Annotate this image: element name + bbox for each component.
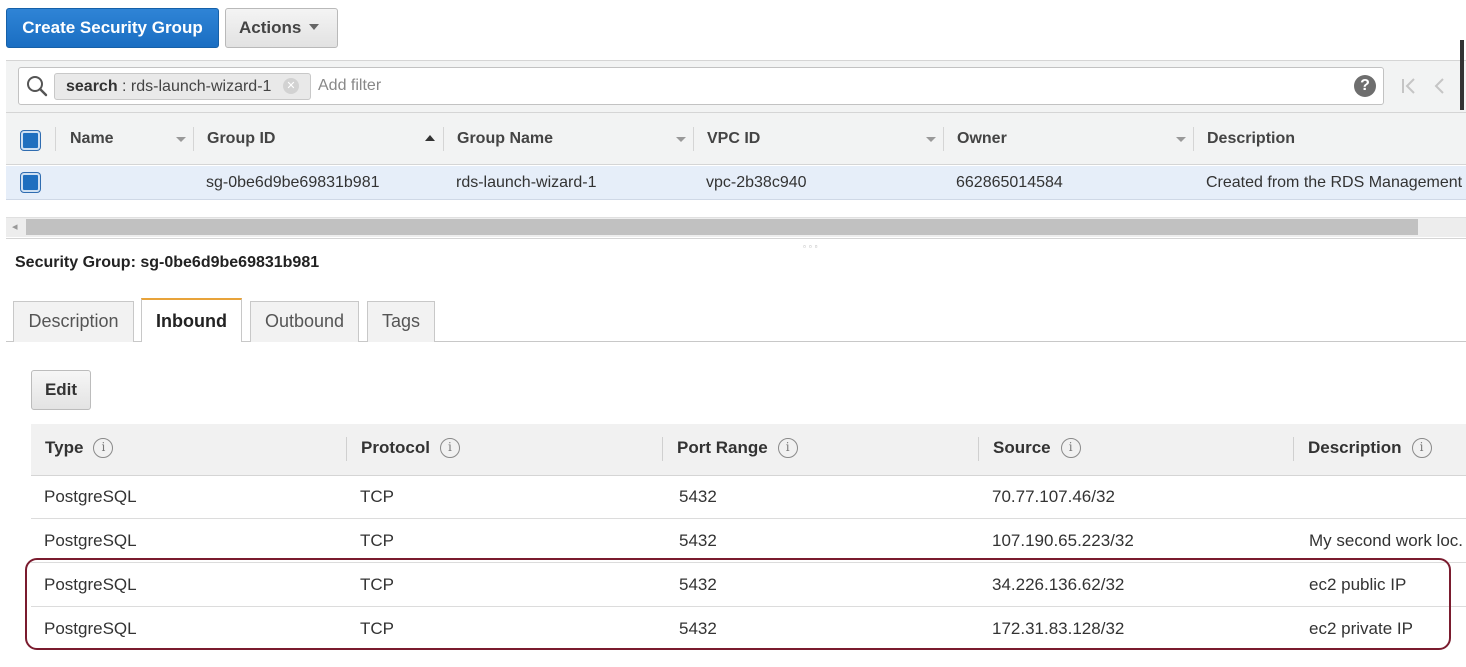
column-header-group-name[interactable]: Group Name (457, 130, 553, 148)
rules-header-type-label: Type (45, 438, 84, 457)
rule-protocol: TCP (360, 531, 394, 550)
rules-header-description-label: Description (1308, 438, 1402, 457)
sort-caret-icon[interactable] (1176, 137, 1186, 142)
rules-header-source-label: Source (993, 438, 1051, 457)
actions-label: Actions (239, 18, 302, 37)
column-separator (346, 437, 347, 461)
rule-port: 5432 (679, 531, 717, 550)
chevron-down-icon (309, 23, 320, 30)
info-icon[interactable]: i (93, 437, 114, 458)
scroll-left-icon[interactable]: ◂ (12, 220, 18, 233)
sort-ascending-icon[interactable] (425, 135, 435, 141)
cell-group-name: rds-launch-wizard-1 (456, 174, 597, 191)
column-header-description[interactable]: Description (1207, 130, 1295, 148)
column-header-name[interactable]: Name (70, 130, 114, 148)
split-divider (6, 238, 1466, 239)
info-icon[interactable]: i (1060, 437, 1081, 458)
row-divider (31, 518, 1466, 519)
rules-header-protocol-label: Protocol (361, 438, 430, 457)
column-header-vpc-id[interactable]: VPC ID (707, 130, 760, 148)
column-header-group-id[interactable]: Group ID (207, 130, 275, 148)
info-icon[interactable]: i (1411, 437, 1432, 458)
column-separator (193, 127, 194, 151)
search-icon (27, 76, 48, 97)
rule-description: My second work loc. (1309, 531, 1463, 550)
details-title: Security Group: sg-0be6d9be69831b981 (15, 254, 320, 271)
cell-vpc-id: vpc-2b38c940 (706, 174, 807, 191)
previous-page-icon[interactable] (1432, 75, 1446, 97)
remove-filter-icon[interactable]: ✕ (283, 78, 299, 94)
tab-inbound[interactable]: Inbound (141, 298, 242, 342)
info-icon[interactable]: i (439, 437, 460, 458)
rules-header-protocol: Protocol i (361, 437, 460, 459)
actions-dropdown-button[interactable]: Actions (225, 8, 338, 48)
column-separator (443, 127, 444, 151)
column-separator (55, 127, 56, 151)
rule-protocol: TCP (360, 487, 394, 506)
rule-source: 70.77.107.46/32 (992, 487, 1115, 506)
select-all-checkbox[interactable] (21, 131, 40, 150)
cell-owner: 662865014584 (956, 174, 1063, 191)
sort-caret-icon[interactable] (176, 137, 186, 142)
sort-caret-icon[interactable] (926, 137, 936, 142)
vertical-scrollbar[interactable] (1460, 40, 1464, 110)
create-security-group-button[interactable]: Create Security Group (6, 8, 219, 48)
column-separator (943, 127, 944, 151)
cell-group-id: sg-0be6d9be69831b981 (206, 174, 380, 191)
info-icon[interactable]: i (777, 437, 798, 458)
help-icon[interactable]: ? (1354, 75, 1376, 97)
cell-description: Created from the RDS Management (1206, 174, 1463, 191)
filter-token-key: search (66, 78, 118, 95)
rule-port: 5432 (679, 487, 717, 506)
column-header-owner[interactable]: Owner (957, 130, 1007, 148)
filter-token[interactable]: search : rds-launch-wizard-1 (54, 73, 311, 100)
tab-description[interactable]: Description (13, 301, 134, 342)
first-page-icon[interactable] (1400, 75, 1418, 97)
horizontal-scrollbar-thumb[interactable] (26, 219, 1418, 235)
tab-outbound[interactable]: Outbound (250, 301, 359, 342)
rules-header-port-range-label: Port Range (677, 438, 768, 457)
rule-type: PostgreSQL (44, 531, 137, 550)
rules-header-port-range: Port Range i (677, 437, 798, 459)
column-separator (693, 127, 694, 151)
column-separator (978, 437, 979, 461)
column-separator (662, 437, 663, 461)
rules-header-source: Source i (993, 437, 1081, 459)
highlight-annotation (25, 558, 1451, 650)
column-separator (1293, 437, 1294, 461)
tab-tags[interactable]: Tags (367, 301, 435, 342)
add-filter-input[interactable]: Add filter (318, 77, 381, 95)
resize-grip-icon[interactable]: ▫▫▫ (803, 242, 821, 251)
edit-button[interactable]: Edit (31, 370, 91, 410)
column-separator (1193, 127, 1194, 151)
filter-token-value: : rds-launch-wizard-1 (117, 78, 272, 95)
rule-type: PostgreSQL (44, 487, 137, 506)
rules-header-type: Type i (45, 437, 114, 459)
rule-source: 107.190.65.223/32 (992, 531, 1134, 550)
sort-caret-icon[interactable] (676, 137, 686, 142)
rules-header-description: Description i (1308, 437, 1432, 459)
row-checkbox[interactable] (21, 173, 40, 192)
